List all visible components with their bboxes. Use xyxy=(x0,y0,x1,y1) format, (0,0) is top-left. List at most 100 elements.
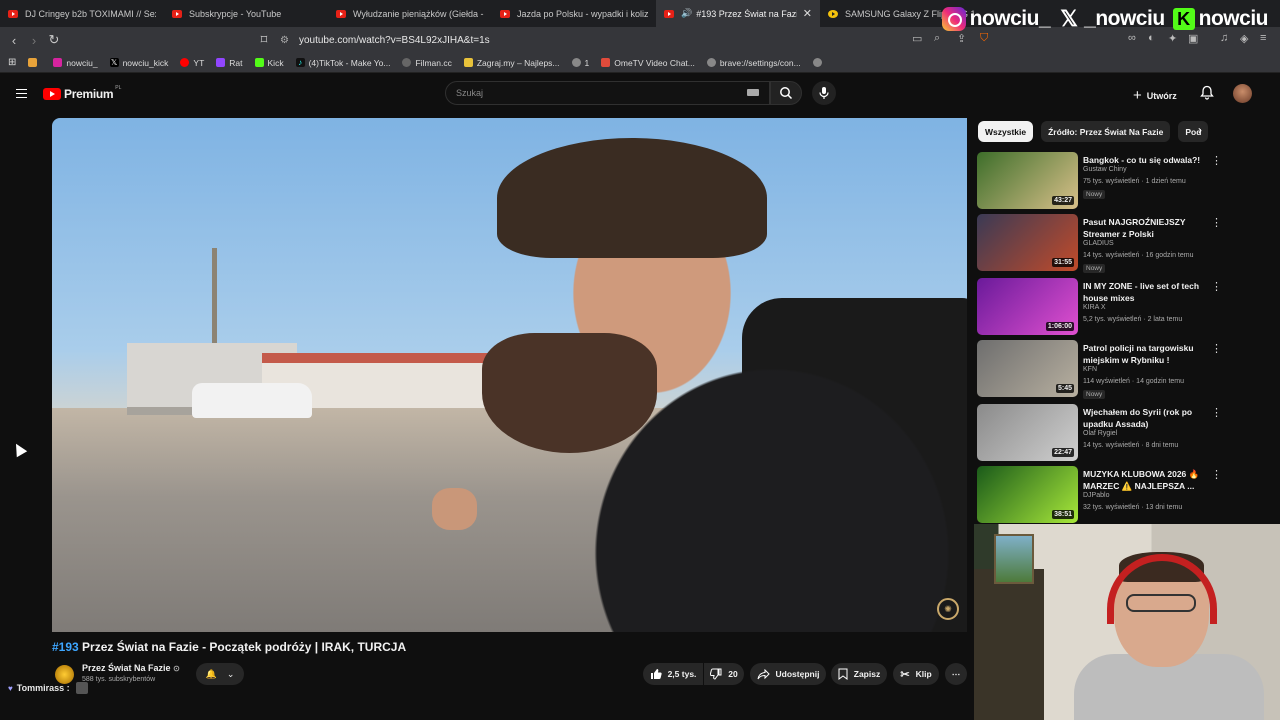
search-button[interactable] xyxy=(770,81,802,105)
recommended-video[interactable]: 38:51 MUZYKA KLUBOWA 2026 🔥 MARZEC ⚠️ NAJ… xyxy=(977,466,1222,524)
bookmark-item[interactable] xyxy=(28,58,41,67)
video-thumbnail[interactable]: 31:55 xyxy=(977,214,1078,271)
video-thumbnail[interactable]: 38:51 xyxy=(977,466,1078,523)
browser-tab[interactable]: Jazda po Polsku - wypadki i kolizje d xyxy=(492,0,656,27)
dislike-count: 20 xyxy=(728,669,738,679)
chip-source-channel[interactable]: Źródło: Przez Świat Na Fazie xyxy=(1041,121,1171,142)
browser-tab-active[interactable]: 🔊 #193 Przez Świat na Fazie - P ✕ xyxy=(656,0,820,27)
speaker-icon[interactable]: 🔊 xyxy=(681,8,692,19)
video-thumbnail[interactable]: 43:27 xyxy=(977,152,1078,209)
site-info-icon[interactable]: ⚙ xyxy=(280,35,289,46)
recommended-title[interactable]: Pasut NAJGROŹNIEJSZY Streamer z Polski xyxy=(1083,216,1201,240)
hamburger-menu-icon[interactable] xyxy=(16,89,27,98)
bookmark-label: (4)TikTok - Make Yo... xyxy=(308,57,391,68)
save-button[interactable]: Zapisz xyxy=(831,663,887,685)
browser-tab[interactable]: Wyłudzanie pieniążków (Giełda - Od xyxy=(328,0,492,27)
bell-icon: 🔔 xyxy=(205,668,217,679)
glasses-icon xyxy=(1126,594,1196,612)
recommended-video[interactable]: 5:45 Patrol policji na targowisku miejski… xyxy=(977,340,1222,399)
recommended-channel[interactable]: DJPablo xyxy=(1083,492,1109,499)
save-label: Zapisz xyxy=(853,669,881,679)
logo-label: Premium xyxy=(64,87,114,101)
reload-icon[interactable]: ↻ xyxy=(44,32,64,48)
chevron-right-icon[interactable]: › xyxy=(1198,123,1202,137)
bookmark-item[interactable]: Filman.cc xyxy=(402,58,452,68)
bookmark-item[interactable]: ♪ (4)TikTok - Make Yo... xyxy=(295,57,391,68)
chip-related[interactable]: Pod xyxy=(1178,121,1209,142)
bookmark-item[interactable]: brave://settings/con... xyxy=(706,58,801,68)
youtube-logo[interactable]: Premium PL xyxy=(43,85,121,101)
recommended-title[interactable]: Patrol policji na targowisku miejskim w … xyxy=(1083,342,1201,366)
bookmark-item[interactable]: 1 xyxy=(571,57,590,68)
notifications-button[interactable] xyxy=(1200,85,1214,105)
video-player[interactable]: ✺ xyxy=(52,118,967,632)
create-button[interactable]: + Utwórz xyxy=(1133,87,1177,104)
recommended-video[interactable]: 1:06:00 IN MY ZONE - live set of tech hou… xyxy=(977,278,1222,336)
recommended-video[interactable]: 31:55 Pasut NAJGROŹNIEJSZY Streamer z Pol… xyxy=(977,214,1222,273)
bookmark-item[interactable] xyxy=(812,58,826,67)
new-badge: Nowy xyxy=(1083,264,1106,273)
share-button[interactable]: Udostępnij xyxy=(750,663,826,685)
bookmark-item[interactable]: OmeTV Video Chat... xyxy=(601,58,695,68)
recommended-channel[interactable]: KIRA X xyxy=(1083,304,1106,311)
clip-button[interactable]: ✂ Klip xyxy=(893,663,939,685)
recommended-channel[interactable]: GLADIUS xyxy=(1083,240,1114,247)
video-thumbnail[interactable]: 5:45 xyxy=(977,340,1078,397)
more-vert-icon[interactable]: ⋮ xyxy=(1211,468,1222,481)
subscription-bell-button[interactable]: 🔔 ⌄ xyxy=(196,663,244,685)
video-thumbnail[interactable]: 1:06:00 xyxy=(977,278,1078,335)
youtube-header: Premium PL Szukaj + Utwórz xyxy=(0,73,1280,113)
recommended-video[interactable]: 22:47 Wjechałem do Syrii (rok po upadku A… xyxy=(977,404,1222,462)
video-thumbnail[interactable]: 22:47 xyxy=(977,404,1078,461)
youtube-icon xyxy=(172,9,182,18)
bookmark-item[interactable]: YT xyxy=(180,58,204,68)
more-vert-icon[interactable]: ⋮ xyxy=(1211,280,1222,293)
recommended-title[interactable]: Bangkok - co tu się odwala?! xyxy=(1083,154,1201,166)
recommended-channel[interactable]: KFN xyxy=(1083,366,1097,373)
apps-icon[interactable]: ⊞ xyxy=(8,57,16,68)
recommended-channel[interactable]: Gustaw Chiny xyxy=(1083,166,1127,173)
recommended-channel[interactable]: Olaf Rygiel xyxy=(1083,430,1117,437)
screen-icon[interactable]: ▭ xyxy=(912,32,922,45)
bookmark-label: OmeTV Video Chat... xyxy=(614,57,695,68)
browser-tab[interactable]: Subskrypcje - YouTube xyxy=(164,0,328,27)
bookmark-item[interactable]: nowciu_ xyxy=(53,58,98,68)
channel-name[interactable]: Przez Świat Na Fazie ⊙ xyxy=(82,663,180,673)
address-bar[interactable]: ⚙ youtube.com/watch?v=BS4L92xJIHA&t=1s xyxy=(280,30,1000,50)
video-hashtag[interactable]: #193 xyxy=(52,640,79,654)
like-button[interactable]: 2,5 tys. xyxy=(643,663,703,685)
more-vert-icon[interactable]: ⋮ xyxy=(1211,216,1222,229)
close-tab-icon[interactable]: ✕ xyxy=(803,7,812,20)
search-input[interactable]: Szukaj xyxy=(445,81,770,105)
keyboard-icon[interactable] xyxy=(747,89,759,96)
like-count: 2,5 tys. xyxy=(667,669,697,679)
bookmark-item[interactable]: Kick xyxy=(254,58,284,68)
bookmark-item[interactable]: 𝕏nowciu_kick xyxy=(109,58,168,68)
stream-social-overlay: nowciu_ 𝕏 _nowciu K nowciu xyxy=(941,4,1272,34)
youtube-icon xyxy=(180,58,190,67)
dislike-button[interactable]: 20 xyxy=(704,663,744,685)
recommended-title[interactable]: Wjechałem do Syrii (rok po upadku Assada… xyxy=(1083,406,1201,430)
bookmark-icon[interactable]: ⌑ xyxy=(254,32,274,48)
zoom-icon[interactable]: ⌕ xyxy=(934,32,940,45)
voice-search-button[interactable] xyxy=(812,81,836,105)
more-vert-icon[interactable]: ⋮ xyxy=(1211,154,1222,167)
forward-icon[interactable]: › xyxy=(24,33,44,48)
user-avatar[interactable] xyxy=(1233,84,1252,103)
recommended-title[interactable]: MUZYKA KLUBOWA 2026 🔥 MARZEC ⚠️ NAJLEPSZ… xyxy=(1083,468,1201,492)
more-vert-icon[interactable]: ⋮ xyxy=(1211,342,1222,355)
bookmark-item[interactable]: Zagraj.my – Najleps... xyxy=(463,58,560,68)
more-actions-button[interactable]: ⋯ xyxy=(945,663,967,685)
filter-chips: Wszystkie Źródło: Przez Świat Na Fazie P… xyxy=(978,121,1216,143)
bookmark-label: 1 xyxy=(584,57,590,68)
tab-title: DJ Cringey b2b TOXIMAMI // Sexpre xyxy=(25,8,156,19)
recommended-title[interactable]: IN MY ZONE - live set of tech house mixe… xyxy=(1083,280,1201,304)
bookmark-item[interactable]: Rat xyxy=(216,58,243,68)
back-icon[interactable]: ‹ xyxy=(4,33,24,48)
browser-tab[interactable]: DJ Cringey b2b TOXIMAMI // Sexpre xyxy=(0,0,164,27)
chip-all[interactable]: Wszystkie xyxy=(978,121,1034,142)
recommended-video[interactable]: 43:27 Bangkok - co tu się odwala?! Gustaw … xyxy=(977,152,1222,210)
x-handle: _nowciu xyxy=(1084,7,1165,30)
youtube-icon xyxy=(43,88,61,100)
more-vert-icon[interactable]: ⋮ xyxy=(1211,406,1222,419)
